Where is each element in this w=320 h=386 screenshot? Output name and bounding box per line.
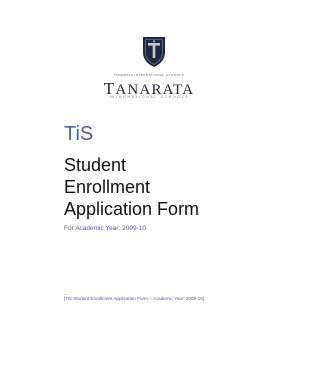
school-logo: TANARATA INTERNATIONAL SCHOOLS TANARATA … (0, 24, 298, 104)
form-title-line-1: Student (64, 155, 127, 175)
form-title: Student Enrollment Application Form (64, 154, 199, 220)
form-title-line-3: Application Form (64, 199, 200, 219)
school-subtitle: INTERNATIONAL SCHOOLS (108, 95, 190, 99)
footer-text: [TiS Student Enrollment Application Form… (64, 296, 205, 301)
document-page: TANARATA INTERNATIONAL SCHOOLS TANARATA … (0, 0, 298, 386)
school-abbreviation: TiS (64, 123, 94, 145)
academic-year: For Academic Year: 2009-10. (64, 225, 148, 232)
crest-caption: TANARATA INTERNATIONAL SCHOOLS (113, 73, 185, 77)
form-title-line-2: Enrollment (64, 177, 151, 197)
school-crest-icon (143, 37, 165, 67)
